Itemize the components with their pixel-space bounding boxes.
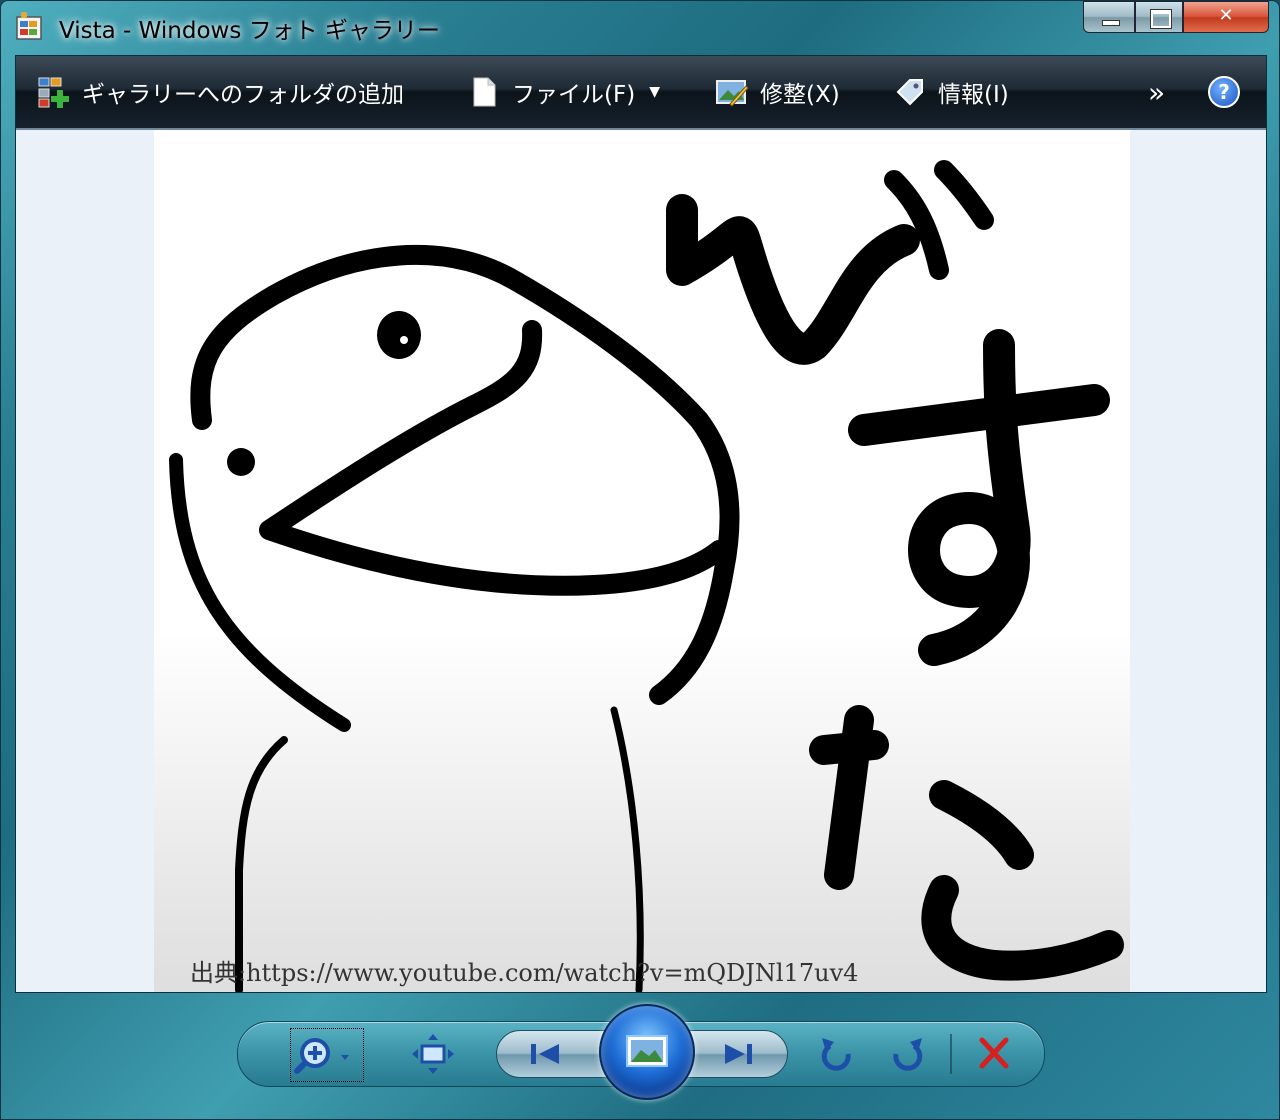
dakuten-2: [934, 160, 994, 230]
fix-icon: [716, 80, 748, 107]
drawn-char-be: [666, 194, 920, 365]
body-right: [610, 706, 644, 992]
window-title: Vista - Windows フォト ギャラリー: [59, 18, 440, 44]
rotate-clockwise-icon: [893, 1038, 923, 1071]
drawn-char-ta-upper: [929, 780, 1034, 870]
eye-highlight: [400, 336, 408, 344]
eye-large: [377, 311, 421, 359]
zoom-button[interactable]: [290, 1028, 364, 1082]
client-area: ギャラリーへのフォルダの追加 ファイル(F) ▼ 修整(X) 情報(I) » ?…: [15, 55, 1267, 993]
title-bar[interactable]: Vista - Windows フォト ギャラリー ✕: [1, 1, 1279, 53]
help-icon: ?: [1208, 76, 1240, 108]
slideshow-button[interactable]: [599, 1004, 695, 1100]
maximize-icon: [1150, 9, 1172, 29]
photo-viewer[interactable]: 出典:https://www.youtube.com/watch?v=mQDJN…: [154, 130, 1130, 992]
delete-icon: [979, 1037, 1009, 1069]
drawn-char-su-loop: [908, 329, 1031, 666]
rotate-counterclockwise-icon: [821, 1038, 851, 1071]
rotate-counterclockwise-button[interactable]: [804, 1028, 874, 1080]
eye-small: [227, 448, 255, 476]
delete-button[interactable]: [960, 1028, 1030, 1080]
fix-label: 修整(X): [760, 82, 840, 108]
file-menu-label: ファイル(F): [512, 82, 636, 108]
info-label: 情報(I): [938, 82, 1009, 108]
minimize-button[interactable]: [1083, 1, 1135, 33]
playback-control-bar: [237, 1004, 1045, 1100]
photo-image: [169, 160, 1124, 992]
chevron-down-icon: ▼: [649, 84, 660, 100]
fit-to-window-button[interactable]: [398, 1028, 468, 1080]
fit-to-window-icon: [412, 1034, 454, 1074]
add-folder-label: ギャラリーへのフォルダの追加: [82, 82, 404, 108]
slideshow-icon: [626, 1035, 668, 1067]
drawn-char-ta-stem: [824, 705, 874, 890]
file-icon: [473, 77, 496, 107]
add-folder-button[interactable]: ギャラリーへのフォルダの追加: [38, 74, 404, 110]
info-button[interactable]: 情報(I): [894, 74, 1009, 110]
rotate-clockwise-button[interactable]: [870, 1028, 940, 1080]
drawn-char-ta-lower: [921, 875, 1124, 981]
toolbar-separator: [950, 1034, 952, 1074]
file-menu-button[interactable]: ファイル(F) ▼: [468, 74, 660, 110]
head-outline: [190, 244, 740, 705]
overflow-button[interactable]: »: [1148, 74, 1165, 110]
maximize-button[interactable]: [1135, 1, 1183, 33]
zoom-icon: [294, 1038, 349, 1074]
minimize-icon: [1102, 20, 1120, 26]
help-button[interactable]: ?: [1208, 74, 1240, 110]
window-controls: ✕: [1083, 1, 1269, 35]
command-bar: ギャラリーへのフォルダの追加 ファイル(F) ▼ 修整(X) 情報(I) » ?: [16, 56, 1266, 130]
fix-button[interactable]: 修整(X): [716, 74, 840, 110]
close-icon: ✕: [1218, 5, 1234, 26]
photo-caption: 出典:https://www.youtube.com/watch?v=mQDJN…: [190, 959, 859, 987]
close-button[interactable]: ✕: [1183, 1, 1269, 33]
chevron-double-right-icon: »: [1148, 75, 1166, 109]
photo-gallery-app-icon: [16, 12, 42, 40]
add-folder-icon: [38, 77, 69, 108]
tag-icon: [896, 79, 923, 106]
drawn-char-su-bar: [848, 384, 1110, 446]
photo-gallery-window: Vista - Windows フォト ギャラリー ✕ ギャラリーへのフォルダの…: [0, 0, 1280, 1120]
